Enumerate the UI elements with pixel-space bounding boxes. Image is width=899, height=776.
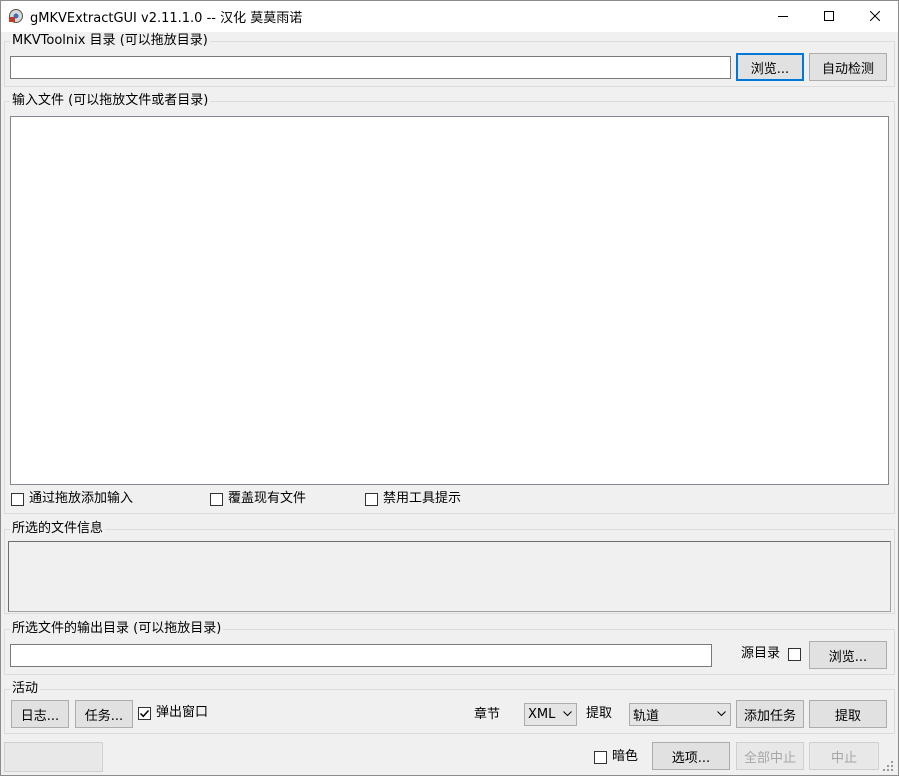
- options-button[interactable]: 选项...: [652, 742, 730, 770]
- mkvtoolnix-path-input[interactable]: [10, 56, 731, 79]
- minimize-button[interactable]: [760, 0, 806, 32]
- chevron-down-icon: [563, 711, 572, 717]
- dark-mode-label[interactable]: 暗色: [612, 749, 638, 765]
- chevron-down-icon: [717, 711, 726, 717]
- minimize-icon: [778, 16, 788, 17]
- log-button[interactable]: 日志...: [11, 700, 69, 728]
- extract-button[interactable]: 提取: [809, 700, 887, 728]
- maximize-icon: [824, 11, 834, 21]
- close-button[interactable]: [852, 0, 898, 32]
- extract-type-select[interactable]: 轨道: [629, 703, 731, 726]
- input-files-group-label: 输入文件 (可以拖放文件或者目录): [10, 93, 211, 109]
- dark-mode-checkbox[interactable]: [594, 751, 607, 764]
- resize-grip-icon[interactable]: [882, 760, 894, 772]
- output-path-input[interactable]: [10, 644, 712, 667]
- maximize-button[interactable]: [806, 0, 852, 32]
- source-dir-checkbox[interactable]: [788, 648, 801, 661]
- output-browse-button[interactable]: 浏览...: [809, 641, 887, 669]
- popup-window-checkbox[interactable]: [138, 707, 151, 720]
- input-files-tree[interactable]: [10, 116, 889, 485]
- abort-button[interactable]: 中止: [809, 742, 879, 770]
- actions-group-label: 活动: [10, 681, 41, 697]
- disable-tooltips-checkbox[interactable]: [365, 493, 378, 506]
- mkvtoolnix-group-label: MKVToolnix 目录 (可以拖放目录): [10, 33, 210, 49]
- close-icon: [870, 11, 880, 21]
- checkmark-icon: [139, 709, 150, 718]
- source-dir-label: 源目录: [741, 646, 781, 661]
- file-info-textbox[interactable]: [8, 541, 891, 612]
- abort-all-button[interactable]: 全部中止: [736, 742, 804, 770]
- popup-window-label[interactable]: 弹出窗口: [156, 705, 208, 721]
- overwrite-existing-label[interactable]: 覆盖现有文件: [228, 491, 306, 507]
- progress-bar: [4, 742, 103, 772]
- drag-drop-add-label[interactable]: 通过拖放添加输入: [29, 491, 133, 507]
- drag-drop-add-checkbox[interactable]: [11, 493, 24, 506]
- chapter-format-value: XML: [528, 707, 556, 722]
- mkvtoolnix-browse-button[interactable]: 浏览...: [736, 53, 804, 81]
- overwrite-existing-checkbox[interactable]: [210, 493, 223, 506]
- window-title: gMKVExtractGUI v2.11.1.0 -- 汉化 莫莫雨诺: [30, 11, 303, 26]
- file-info-group-label: 所选的文件信息: [10, 521, 106, 537]
- jobs-button[interactable]: 任务...: [75, 700, 133, 728]
- disable-tooltips-label[interactable]: 禁用工具提示: [383, 491, 461, 507]
- app-icon: [8, 8, 24, 24]
- extract-type-value: 轨道: [633, 709, 660, 724]
- add-job-button[interactable]: 添加任务: [736, 700, 804, 728]
- chapter-format-select[interactable]: XML: [524, 703, 577, 726]
- chapter-label: 章节: [474, 707, 501, 722]
- output-dir-group-label: 所选文件的输出目录 (可以拖放目录): [10, 621, 224, 637]
- extract-type-label: 提取: [586, 706, 613, 721]
- auto-detect-button[interactable]: 自动检测: [809, 53, 887, 81]
